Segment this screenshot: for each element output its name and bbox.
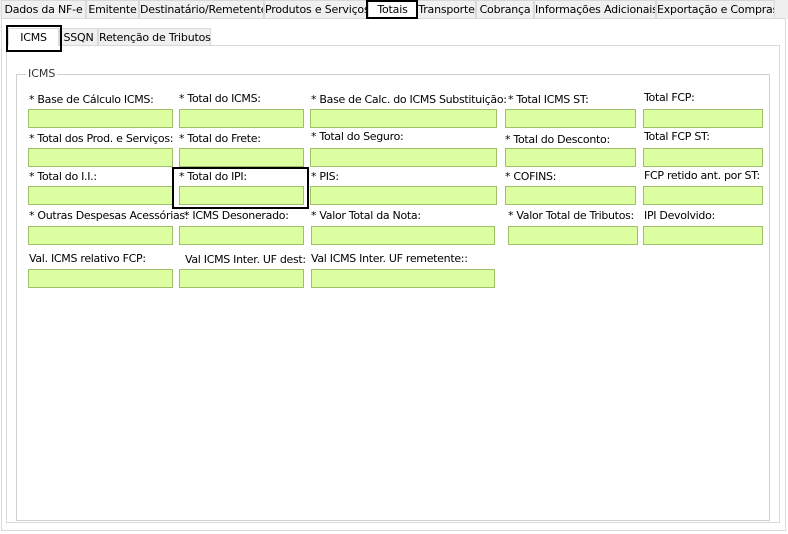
tab-label: Cobrança: [479, 3, 531, 16]
label-ipi-devolvido: IPI Devolvido:: [644, 209, 715, 222]
total-icms-input[interactable]: [179, 109, 304, 128]
valor-total-tributos-input[interactable]: [508, 226, 638, 245]
label-total-frete: * Total do Frete:: [179, 132, 261, 145]
label-pis: * PIS:: [311, 170, 339, 183]
pis-input[interactable]: [310, 186, 497, 205]
subtab-label: Retenção de Tributos: [99, 31, 211, 44]
label-valor-total-nota: * Valor Total da Nota:: [311, 209, 421, 222]
total-icms-st-input[interactable]: [505, 109, 636, 128]
base-calc-icms-st-input[interactable]: [310, 109, 497, 128]
label-outras-despesas: * Outras Despesas Acessórias:: [29, 209, 189, 222]
label-icms-desonerado: * ICMS Desonerado:: [184, 209, 289, 222]
total-prod-servicos-input[interactable]: [28, 148, 173, 167]
val-icms-uf-remetente-input[interactable]: [311, 269, 495, 288]
tab-label: Transporte: [418, 3, 475, 16]
label-base-calculo-icms: * Base de Cálculo ICMS:: [29, 93, 154, 106]
tab-totais[interactable]: Totais: [368, 0, 417, 19]
label-total-desconto: * Total do Desconto:: [505, 133, 610, 146]
tab-emitente[interactable]: Emitente: [86, 0, 139, 18]
label-total-prod-servicos: * Total dos Prod. e Serviços:: [29, 132, 174, 145]
val-icms-uf-dest-input[interactable]: [179, 269, 304, 288]
groupbox-title: ICMS: [26, 67, 58, 80]
subtab-label: SSQN: [63, 31, 94, 44]
tab-dados-nfe[interactable]: Dados da NF-e: [1, 0, 86, 18]
label-total-fcp-st: Total FCP ST:: [644, 130, 710, 143]
label-total-icms: * Total do ICMS:: [179, 92, 261, 105]
subtab-retencao-tributos[interactable]: Retenção de Tributos: [98, 28, 211, 46]
cofins-input[interactable]: [505, 186, 636, 205]
outras-despesas-input[interactable]: [28, 226, 173, 245]
label-base-calc-icms-st: * Base de Calc. do ICMS Substituição:: [311, 93, 507, 106]
total-desconto-input[interactable]: [505, 148, 636, 167]
subtab-icms[interactable]: ICMS: [8, 28, 59, 46]
label-val-icms-uf-dest: Val ICMS Inter. UF dest:: [185, 253, 306, 266]
tab-label: Informações Adicionais: [535, 3, 656, 16]
label-val-icms-uf-remetente: Val ICMS Inter. UF remetente::: [311, 252, 468, 265]
tab-label: Exportação e Compras: [657, 3, 775, 16]
total-fcp-st-input[interactable]: [643, 148, 763, 167]
subtab-label: ICMS: [20, 31, 47, 44]
tab-label: Totais: [377, 3, 408, 16]
icms-desonerado-input[interactable]: [179, 226, 304, 245]
label-val-icms-fcp: Val. ICMS relativo FCP:: [29, 252, 146, 265]
label-cofins: * COFINS:: [505, 170, 557, 183]
base-calculo-icms-input[interactable]: [28, 109, 173, 128]
label-total-fcp: Total FCP:: [644, 91, 695, 104]
label-valor-total-tributos: * Valor Total de Tributos:: [508, 209, 634, 222]
total-ii-input[interactable]: [28, 186, 173, 205]
fcp-retido-st-input[interactable]: [643, 186, 763, 205]
label-total-seguro: * Total do Seguro:: [311, 130, 404, 143]
label-total-icms-st: * Total ICMS ST:: [508, 93, 589, 106]
tab-label: Destinatário/Remetente: [140, 3, 264, 16]
valor-total-nota-input[interactable]: [311, 226, 495, 245]
label-total-ii: * Total do I.I.:: [29, 170, 97, 183]
tab-informacoes-adicionais[interactable]: Informações Adicionais: [534, 0, 656, 18]
tab-transporte[interactable]: Transporte: [417, 0, 476, 18]
ipi-devolvido-input[interactable]: [643, 226, 763, 245]
val-icms-fcp-input[interactable]: [28, 269, 173, 288]
label-fcp-retido-st: FCP retido ant. por ST:: [644, 169, 760, 182]
tab-label: Dados da NF-e: [4, 3, 83, 16]
tab-produtos-servicos[interactable]: Produtos e Serviços: [264, 0, 368, 18]
total-fcp-input[interactable]: [643, 109, 763, 128]
subtab-ssqn[interactable]: SSQN: [59, 28, 98, 46]
tab-cobranca[interactable]: Cobrança: [476, 0, 534, 18]
label-total-ipi: * Total do IPI:: [179, 170, 247, 183]
tab-label: Emitente: [88, 3, 137, 16]
tab-destinatario[interactable]: Destinatário/Remetente: [139, 0, 264, 18]
total-frete-input[interactable]: [179, 148, 304, 167]
total-seguro-input[interactable]: [310, 148, 497, 167]
tab-exportacao-compras[interactable]: Exportação e Compras: [656, 0, 775, 18]
tab-label: Produtos e Serviços: [265, 3, 368, 16]
total-ipi-input[interactable]: [179, 186, 304, 205]
